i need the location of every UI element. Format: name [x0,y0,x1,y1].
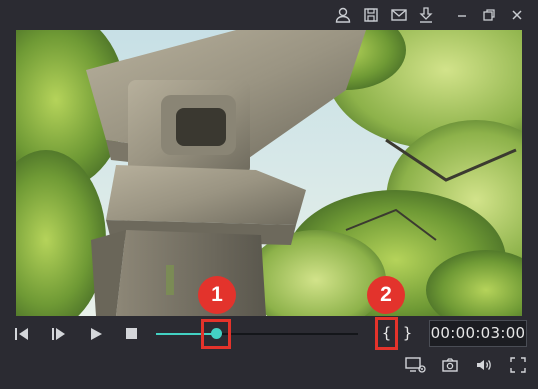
callout-badge-2: 2 [367,276,405,314]
fullscreen-icon[interactable] [509,356,527,379]
callout-highlight-mark-in [375,317,398,350]
display-settings-icon[interactable] [405,356,427,379]
save-icon[interactable] [361,5,381,25]
restore-icon[interactable] [479,5,499,25]
previous-frame-button[interactable] [13,326,31,347]
volume-icon[interactable] [475,356,493,379]
video-preview [16,30,522,316]
mark-out-button[interactable]: } [403,324,412,342]
title-bar [0,0,538,30]
callout-badge-1: 1 [198,276,236,314]
mail-icon[interactable] [389,5,409,25]
timecode-display: 00:00:03:00 [429,320,527,347]
play-button[interactable] [88,326,104,347]
download-icon[interactable] [416,5,436,25]
stone-lantern-photo [16,30,522,316]
close-icon[interactable] [507,5,527,25]
callout-highlight-playhead [201,319,231,349]
snapshot-camera-icon[interactable] [441,356,459,379]
account-icon[interactable] [333,5,353,25]
stop-button[interactable] [125,327,139,346]
next-frame-button[interactable] [50,326,68,347]
minimize-icon[interactable] [452,5,472,25]
